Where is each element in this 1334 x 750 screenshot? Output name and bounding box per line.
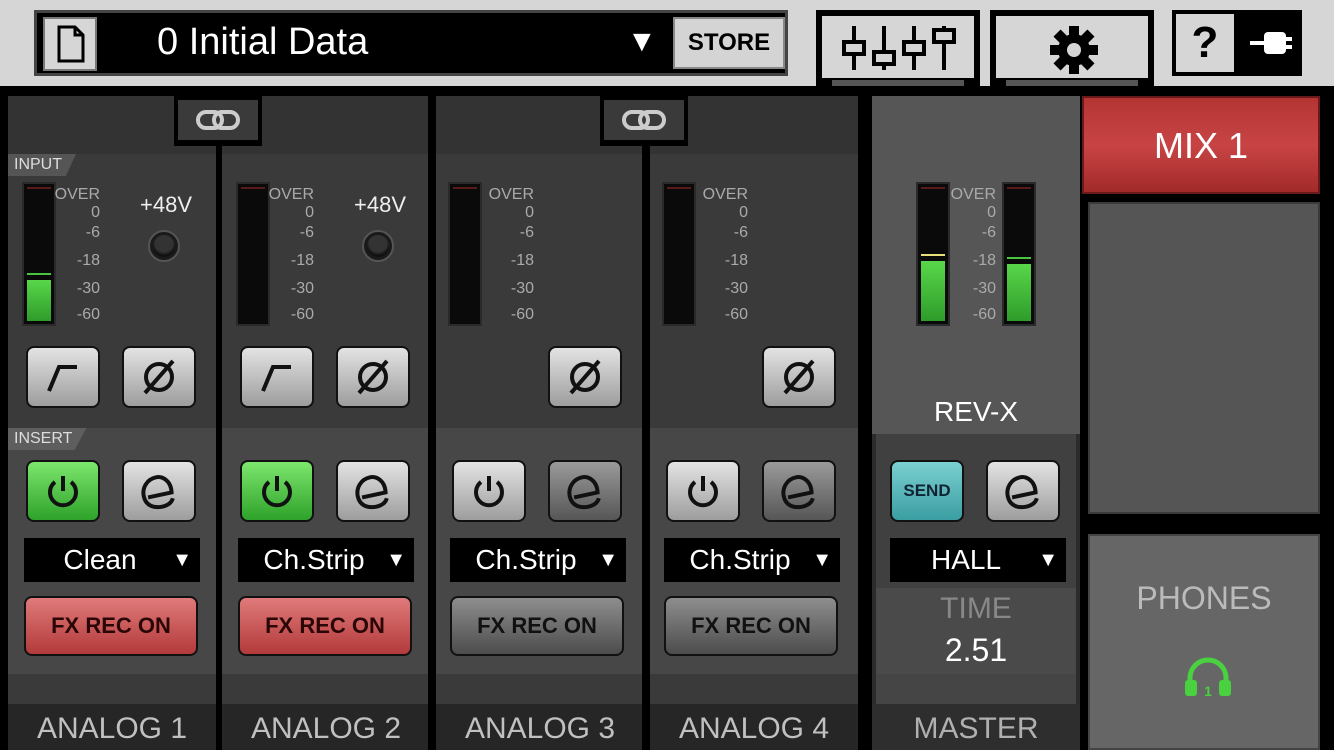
insert-power-button[interactable] — [26, 460, 100, 522]
fx-rec-button[interactable]: FX REC ON — [238, 596, 412, 656]
hpf-button[interactable] — [240, 346, 314, 408]
reverb-edit-button[interactable] — [986, 460, 1060, 522]
channel-divider — [428, 96, 436, 750]
power-icon — [474, 476, 504, 508]
edit-icon — [781, 475, 815, 510]
insert-power-button[interactable] — [452, 460, 526, 522]
gear-icon — [1050, 26, 1098, 74]
phones-label: PHONES — [1136, 580, 1272, 616]
channel-strip-analog-1: INPUT INSERT OVER 0 -6 -18 -30 -60 +48V … — [8, 96, 216, 750]
phones-badge: 1 — [1204, 683, 1212, 698]
stereo-link-button-3-4[interactable] — [600, 96, 688, 146]
scene-selector[interactable]: 0 Initial Data ▼ STORE — [34, 10, 788, 76]
phase-button[interactable] — [122, 346, 196, 408]
master-name: MASTER — [872, 704, 1080, 750]
insert-edit-button[interactable] — [762, 460, 836, 522]
phantom-power-label: +48V — [140, 192, 192, 217]
link-icon — [196, 110, 240, 130]
phase-icon — [357, 359, 389, 395]
link-icon — [622, 110, 666, 130]
connection-icon — [1250, 32, 1292, 54]
channel-name: ANALOG 2 — [222, 704, 430, 750]
channel-name: ANALOG 3 — [436, 704, 644, 750]
level-meter — [22, 182, 56, 326]
fx-rec-button[interactable]: FX REC ON — [664, 596, 838, 656]
scene-name[interactable]: 0 Initial Data — [157, 21, 368, 64]
effect-type-select[interactable]: Clean ▼ — [24, 538, 200, 582]
insert-power-button[interactable] — [666, 460, 740, 522]
setup-button[interactable] — [990, 10, 1154, 86]
channel-strip-analog-2: OVER 0 -6 -18 -30 -60 +48V Ch.Strip ▼ FX … — [222, 96, 430, 750]
hpf-button[interactable] — [26, 346, 100, 408]
mix-empty-slot — [1088, 202, 1320, 514]
effect-type-select[interactable]: Ch.Strip ▼ — [664, 538, 840, 582]
master-meter-right — [1002, 182, 1036, 326]
channel-divider — [858, 86, 872, 750]
edit-icon — [1005, 475, 1039, 510]
reverb-time-value[interactable]: 2.51 — [872, 632, 1080, 669]
fx-rec-button[interactable]: FX REC ON — [450, 596, 624, 656]
insert-edit-button[interactable] — [336, 460, 410, 522]
level-meter — [448, 182, 482, 326]
effect-type-select[interactable]: Ch.Strip ▼ — [450, 538, 626, 582]
store-button[interactable]: STORE — [673, 17, 785, 69]
phase-button[interactable] — [762, 346, 836, 408]
channel-divider — [216, 144, 222, 750]
input-section-label: INPUT — [8, 154, 76, 176]
reverb-time-label: TIME — [940, 592, 1012, 625]
help-button[interactable]: ? — [1176, 14, 1234, 72]
phantom-power-label: +48V — [354, 192, 406, 217]
reverb-name: REV-X — [933, 396, 1019, 427]
power-icon — [688, 476, 718, 508]
hpf-icon — [261, 365, 291, 392]
effect-type-select[interactable]: Ch.Strip ▼ — [238, 538, 414, 582]
phantom-power-button[interactable] — [362, 230, 394, 262]
scene-dropdown-arrow[interactable]: ▼ — [627, 25, 657, 59]
document-icon[interactable] — [43, 17, 97, 71]
reverb-type-select[interactable]: HALL ▼ — [890, 538, 1066, 582]
insert-power-button[interactable] — [240, 460, 314, 522]
phase-button[interactable] — [548, 346, 622, 408]
hpf-icon — [47, 365, 77, 392]
stereo-link-button-1-2[interactable] — [174, 96, 262, 146]
channel-name: ANALOG 1 — [8, 704, 216, 750]
channel-strip-analog-4: OVER 0 -6 -18 -30 -60 Ch.Strip ▼ FX REC O… — [650, 96, 858, 750]
mixer-view-button[interactable] — [816, 10, 980, 86]
insert-section-label: INSERT — [8, 428, 87, 450]
channel-name: ANALOG 4 — [650, 704, 858, 750]
phantom-power-button[interactable] — [148, 230, 180, 262]
mixer-icon — [842, 26, 956, 70]
channel-strip-analog-3: OVER 0 -6 -18 -30 -60 Ch.Strip ▼ FX REC O… — [436, 96, 644, 750]
phones-button[interactable]: PHONES 1 — [1088, 534, 1320, 750]
phase-button[interactable] — [336, 346, 410, 408]
level-meter — [662, 182, 696, 326]
edit-icon — [355, 475, 389, 510]
reverb-send-button[interactable]: SEND — [890, 460, 964, 522]
power-icon — [48, 476, 78, 508]
mix-1-button[interactable]: MIX 1 — [1082, 96, 1320, 194]
fx-rec-button[interactable]: FX REC ON — [24, 596, 198, 656]
phase-icon — [143, 359, 175, 395]
channel-divider — [642, 144, 648, 750]
phase-icon — [569, 359, 601, 395]
insert-edit-button[interactable] — [548, 460, 622, 522]
phase-icon — [783, 359, 815, 395]
power-icon — [262, 476, 292, 508]
top-bar: 0 Initial Data ▼ STORE ? — [0, 0, 1334, 86]
master-meter-left — [916, 182, 950, 326]
edit-icon — [567, 475, 601, 510]
edit-icon — [141, 475, 175, 510]
help-area: ? — [1172, 10, 1302, 76]
insert-edit-button[interactable] — [122, 460, 196, 522]
master-strip: OVER 0 -6 -18 -30 -60 REV-X SEND HALL ▼ T… — [872, 96, 1080, 750]
headphones-icon: 1 — [1182, 654, 1234, 703]
level-meter — [236, 182, 270, 326]
